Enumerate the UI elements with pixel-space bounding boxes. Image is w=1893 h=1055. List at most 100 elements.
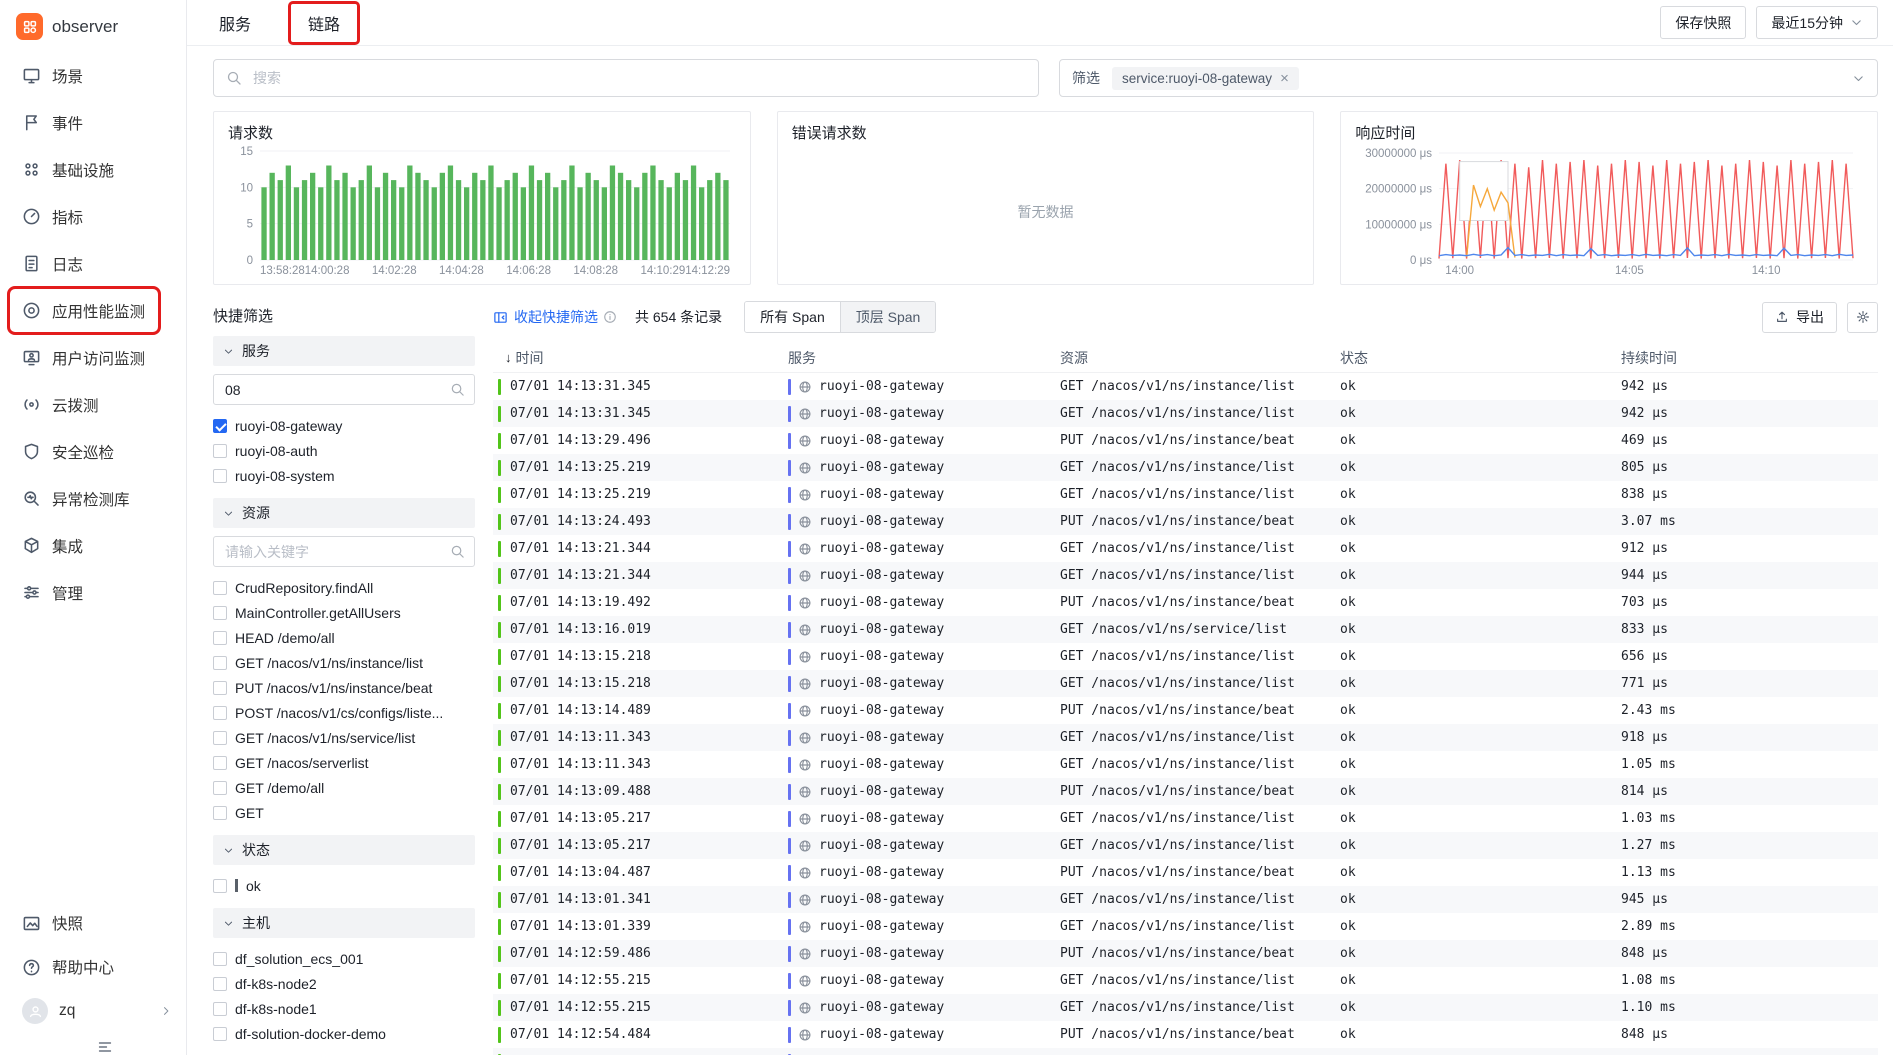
table-row[interactable]: 07/01 14:13:19.492 ruoyi-08-gateway PUT /n… — [493, 589, 1878, 616]
tab-traces[interactable]: 链路 — [288, 0, 361, 45]
table-row[interactable]: 07/01 14:13:05.217 ruoyi-08-gateway GET /n… — [493, 832, 1878, 859]
table-row[interactable]: 07/01 14:13:01.339 ruoyi-08-gateway GET /n… — [493, 913, 1878, 940]
checkbox[interactable] — [213, 951, 227, 966]
sidebar-item-infrastructure[interactable]: 基础设施 — [0, 146, 186, 193]
filter-group-service[interactable]: 服务 — [213, 336, 475, 366]
export-button[interactable]: 导出 — [1762, 301, 1837, 333]
column-header-duration[interactable]: 持续时间 — [1613, 348, 1878, 368]
filter-option-resource[interactable]: POST /nacos/v1/cs/configs/liste... — [213, 700, 475, 725]
table-row[interactable]: 07/01 14:13:29.496 ruoyi-08-gateway PUT /n… — [493, 427, 1878, 454]
checkbox[interactable] — [213, 1026, 227, 1041]
filter-option-resource[interactable]: GET /demo/all — [213, 775, 475, 800]
filter-option-service[interactable]: ruoyi-08-auth — [213, 438, 475, 463]
sidebar-item-rum[interactable]: 用户访问监测 — [0, 334, 186, 381]
table-row[interactable]: 07/01 14:13:21.344 ruoyi-08-gateway GET /n… — [493, 562, 1878, 589]
column-header-resource[interactable]: 资源 — [1052, 348, 1332, 368]
sidebar-item-logs[interactable]: 日志 — [0, 240, 186, 287]
checkbox[interactable] — [213, 705, 227, 720]
checkbox[interactable] — [213, 878, 227, 893]
checkbox[interactable] — [213, 605, 227, 620]
checkbox[interactable] — [213, 780, 227, 795]
sidebar-item-security[interactable]: 安全巡检 — [0, 428, 186, 475]
sidebar-item-snapshot[interactable]: 快照 — [0, 901, 186, 945]
time-range-select[interactable]: 最近15分钟 — [1756, 6, 1878, 39]
filter-option-resource[interactable]: GET /nacos/serverlist — [213, 750, 475, 775]
checkbox[interactable] — [213, 730, 227, 745]
filter-group-host[interactable]: 主机 — [213, 908, 475, 938]
table-row[interactable]: 07/01 14:12:55.215 ruoyi-08-gateway GET /n… — [493, 967, 1878, 994]
checkbox[interactable] — [213, 418, 227, 433]
filter-search-resource-input[interactable] — [223, 542, 450, 561]
filter-option-status[interactable]: ok — [213, 873, 475, 898]
brand[interactable]: observer — [0, 0, 186, 52]
table-row[interactable]: 07/01 14:13:09.488 ruoyi-08-gateway PUT /n… — [493, 778, 1878, 805]
filter-option-resource[interactable]: GET /nacos/v1/ns/instance/list — [213, 650, 475, 675]
table-row[interactable]: 07/01 14:13:05.217 ruoyi-08-gateway GET /n… — [493, 805, 1878, 832]
table-row[interactable]: 07/01 14:13:04.487 ruoyi-08-gateway PUT /n… — [493, 859, 1878, 886]
sidebar-item-help[interactable]: 帮助中心 — [0, 945, 186, 989]
checkbox[interactable] — [213, 468, 227, 483]
checkbox[interactable] — [213, 805, 227, 820]
table-row[interactable]: 07/01 14:12:54.484 ruoyi-08-gateway PUT /n… — [493, 1021, 1878, 1048]
column-header-service[interactable]: 服务 — [780, 348, 1052, 368]
filter-option-resource[interactable]: PUT /nacos/v1/ns/instance/beat — [213, 675, 475, 700]
checkbox[interactable] — [213, 443, 227, 458]
remove-filter-icon[interactable]: × — [1280, 71, 1289, 86]
sidebar-item-apm[interactable]: 应用性能监测 — [7, 286, 161, 335]
table-row[interactable]: 07/01 14:13:25.219 ruoyi-08-gateway GET /n… — [493, 481, 1878, 508]
table-row[interactable]: 07/01 14:13:15.218 ruoyi-08-gateway GET /n… — [493, 670, 1878, 697]
tab-all-spans[interactable]: 所有 Span — [745, 302, 840, 332]
filter-option-resource[interactable]: MainController.getAllUsers — [213, 600, 475, 625]
sidebar-item-management[interactable]: 管理 — [0, 569, 186, 616]
table-row[interactable]: 07/01 14:13:21.344 ruoyi-08-gateway GET /n… — [493, 535, 1878, 562]
column-header-status[interactable]: 状态 — [1332, 348, 1613, 368]
filter-dropdown[interactable]: 筛选 service:ruoyi-08-gateway × — [1059, 59, 1878, 97]
table-row[interactable]: 07/01 14:13:11.343 ruoyi-08-gateway GET /n… — [493, 724, 1878, 751]
info-icon[interactable] — [603, 310, 617, 324]
checkbox[interactable] — [213, 680, 227, 695]
table-row[interactable]: 07/01 14:13:15.218 ruoyi-08-gateway GET /n… — [493, 643, 1878, 670]
table-row[interactable]: 07/01 14:13:31.345 ruoyi-08-gateway GET /n… — [493, 373, 1878, 400]
collapse-quick-filters-button[interactable]: 收起快捷筛选 — [493, 307, 598, 327]
table-row[interactable]: 07/01 14:12:52.220ruoyi-08-gatewayGET /n… — [493, 1048, 1878, 1055]
filter-group-resource[interactable]: 资源 — [213, 498, 475, 528]
sidebar-item-synthetic[interactable]: 云拨测 — [0, 381, 186, 428]
checkbox[interactable] — [213, 630, 227, 645]
checkbox[interactable] — [213, 580, 227, 595]
search-input[interactable] — [251, 69, 1026, 87]
filter-search-service-input[interactable] — [223, 380, 450, 399]
filter-option-host[interactable]: df-k8s-node2 — [213, 971, 475, 996]
sidebar-item-user[interactable]: zq — [0, 989, 186, 1033]
sidebar-item-metrics[interactable]: 指标 — [0, 193, 186, 240]
tab-top-spans[interactable]: 顶层 Span — [839, 302, 936, 332]
filter-option-host[interactable]: df-k8s-node1 — [213, 996, 475, 1021]
filter-option-service[interactable]: ruoyi-08-system — [213, 463, 475, 488]
checkbox[interactable] — [213, 655, 227, 670]
table-row[interactable]: 07/01 14:13:16.019 ruoyi-08-gateway GET /n… — [493, 616, 1878, 643]
tab-services[interactable]: 服务 — [217, 7, 253, 39]
filter-option-resource[interactable]: HEAD /demo/all — [213, 625, 475, 650]
table-row[interactable]: 07/01 14:13:01.341 ruoyi-08-gateway GET /n… — [493, 886, 1878, 913]
sidebar-collapse-button[interactable] — [0, 1033, 186, 1055]
table-row[interactable]: 07/01 14:13:14.489 ruoyi-08-gateway PUT /n… — [493, 697, 1878, 724]
checkbox[interactable] — [213, 1001, 227, 1016]
checkbox[interactable] — [213, 755, 227, 770]
checkbox[interactable] — [213, 976, 227, 991]
filter-option-service[interactable]: ruoyi-08-gateway — [213, 413, 475, 438]
table-row[interactable]: 07/01 14:13:11.343 ruoyi-08-gateway GET /n… — [493, 751, 1878, 778]
sidebar-item-anomaly[interactable]: 异常检测库 — [0, 475, 186, 522]
table-row[interactable]: 07/01 14:13:24.493 ruoyi-08-gateway PUT /n… — [493, 508, 1878, 535]
sidebar-item-scenes[interactable]: 场景 — [0, 52, 186, 99]
filter-option-host[interactable]: df-solution-docker-demo — [213, 1021, 475, 1046]
sidebar-item-events[interactable]: 事件 — [0, 99, 186, 146]
filter-option-resource[interactable]: GET — [213, 800, 475, 825]
save-snapshot-button[interactable]: 保存快照 — [1660, 6, 1747, 39]
sidebar-item-integration[interactable]: 集成 — [0, 522, 186, 569]
filter-option-resource[interactable]: GET /nacos/v1/ns/service/list — [213, 725, 475, 750]
table-row[interactable]: 07/01 14:13:31.345 ruoyi-08-gateway GET /n… — [493, 400, 1878, 427]
column-header-time[interactable]: ↓ 时间 — [493, 348, 780, 368]
filter-group-status[interactable]: 状态 — [213, 835, 475, 865]
filter-option-host[interactable]: df_solution_ecs_001 — [213, 946, 475, 971]
table-row[interactable]: 07/01 14:13:25.219 ruoyi-08-gateway GET /n… — [493, 454, 1878, 481]
table-settings-button[interactable] — [1847, 301, 1878, 333]
